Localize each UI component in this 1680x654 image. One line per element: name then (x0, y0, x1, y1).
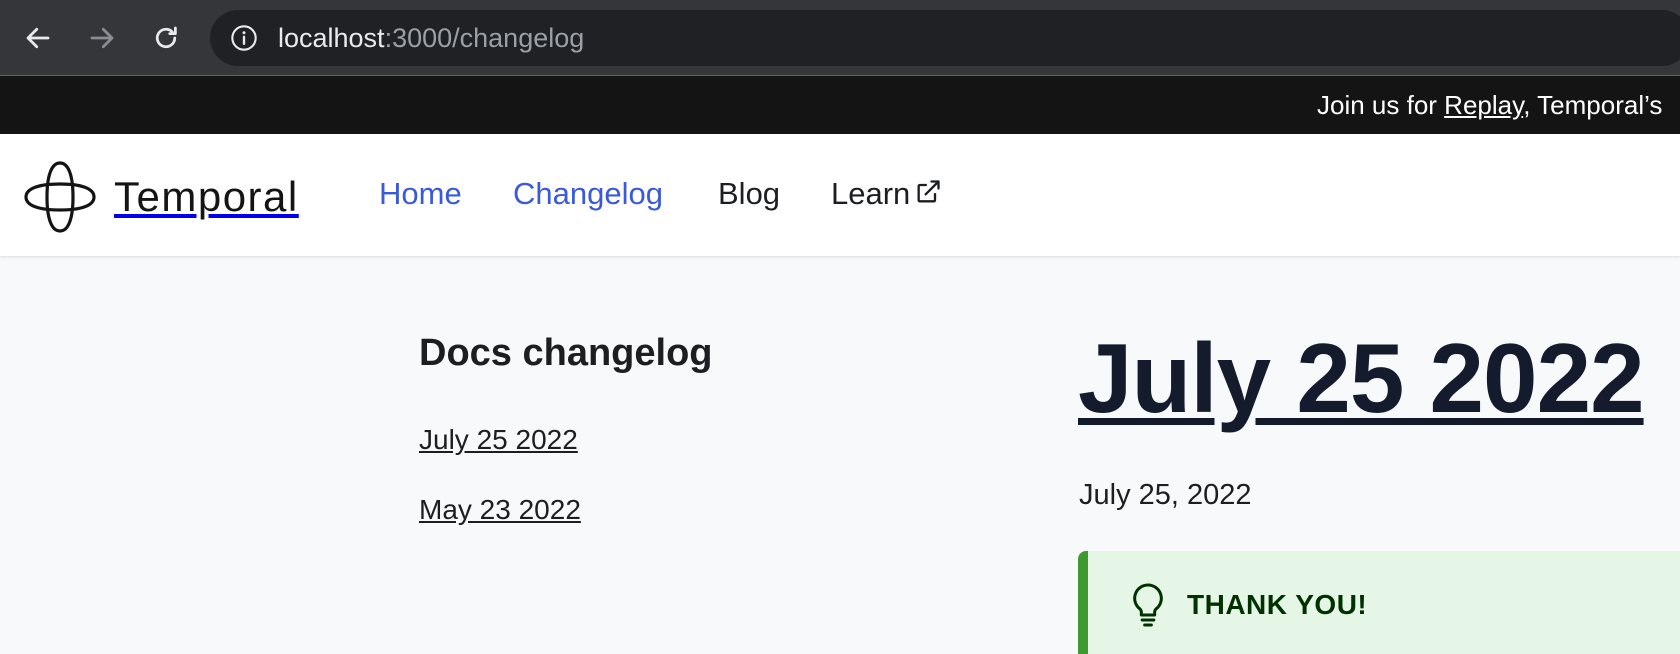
url-path: :3000/changelog (384, 23, 585, 53)
back-button[interactable] (18, 18, 58, 58)
external-link-icon (917, 180, 940, 203)
address-url[interactable]: localhost:3000/changelog (278, 23, 584, 53)
announcement-suffix: , Temporal’s (1523, 90, 1663, 120)
sidebar-item-july-25-2022[interactable]: July 25 2022 (419, 424, 578, 456)
info-icon[interactable] (230, 24, 258, 52)
tip-admonition: THANK YOU! (1078, 551, 1680, 654)
post-date: July 25, 2022 (1079, 479, 1252, 511)
announcement-text: Join us for Replay, Temporal’s (1317, 90, 1662, 120)
reload-button[interactable] (146, 18, 186, 58)
browser-toolbar: localhost:3000/changelog (0, 0, 1680, 76)
lightbulb-icon (1133, 583, 1163, 627)
announcement-bar: Join us for Replay, Temporal’s (0, 76, 1680, 134)
arrow-right-icon (90, 27, 114, 49)
site-navbar: Temporal Home Changelog Blog Learn (0, 134, 1680, 256)
temporal-logo-icon (24, 161, 96, 233)
nav-changelog[interactable]: Changelog (513, 176, 663, 212)
announcement-prefix: Join us for (1317, 90, 1445, 120)
brand-logo-link[interactable]: Temporal (24, 161, 324, 233)
admonition-heading: THANK YOU! (1187, 589, 1368, 620)
post-title[interactable]: July 25 2022 (1078, 322, 1645, 435)
forward-button[interactable] (82, 18, 122, 58)
nav-learn[interactable]: Learn (831, 176, 942, 212)
brand-name: Temporal (114, 173, 299, 220)
address-bar[interactable]: localhost:3000/changelog (210, 10, 1680, 66)
nav-learn-label: Learn (831, 176, 911, 211)
nav-blog[interactable]: Blog (718, 176, 780, 212)
nav-home[interactable]: Home (379, 176, 462, 212)
sidebar-title: Docs changelog (419, 332, 713, 374)
sidebar-item-may-23-2022[interactable]: May 23 2022 (419, 494, 581, 526)
announcement-link[interactable]: Replay (1444, 90, 1523, 120)
arrow-left-icon (26, 27, 50, 49)
url-host: localhost (278, 23, 385, 53)
reload-icon (155, 26, 177, 49)
